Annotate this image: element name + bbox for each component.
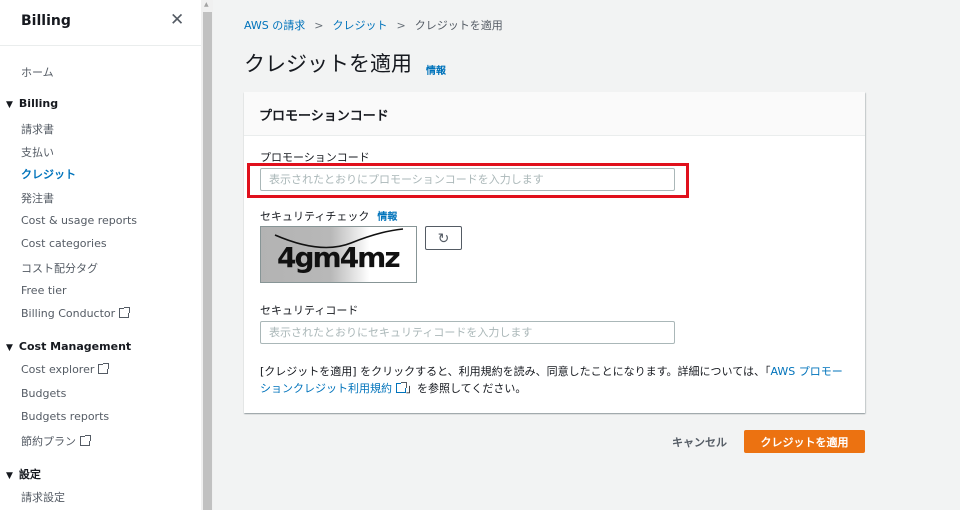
external-link-icon — [396, 382, 407, 393]
sidebar-item-billing-conductor[interactable]: Billing Conductor — [21, 307, 131, 320]
promo-code-input[interactable] — [260, 168, 675, 191]
sidebar-item-free-tier[interactable]: Free tier — [21, 284, 67, 297]
security-code-label: セキュリティコード — [260, 304, 359, 317]
security-code-input[interactable] — [260, 321, 675, 344]
captcha-text: 4gm4mz — [277, 241, 399, 274]
caret-down-icon: ▼ — [6, 343, 13, 353]
scrollbar[interactable]: ▲ — [201, 0, 213, 510]
info-link[interactable]: 情報 — [426, 62, 446, 77]
sidebar-item-budgets[interactable]: Budgets — [21, 387, 66, 400]
chevron-right-icon: > — [314, 19, 324, 32]
scrollbar-thumb[interactable] — [203, 12, 212, 510]
scroll-up-icon[interactable]: ▲ — [204, 1, 209, 8]
external-link-icon — [80, 435, 91, 446]
caret-down-icon: ▼ — [6, 100, 13, 110]
refresh-icon: ↻ — [437, 229, 450, 246]
sidebar-item-payments[interactable]: 支払い — [21, 144, 54, 160]
sidebar-item-home[interactable]: ホーム — [21, 64, 54, 80]
sidebar-item-purchase-orders[interactable]: 発注書 — [21, 190, 54, 206]
captcha-image: 4gm4mz — [260, 226, 417, 283]
sidebar-section-cost-management[interactable]: ▼ Cost Management — [6, 340, 131, 353]
sidebar-item-credits[interactable]: クレジット — [21, 166, 76, 182]
promo-code-card: プロモーションコード プロモーションコード セキュリティチェック情報 4gm4m… — [244, 92, 865, 413]
sidebar-item-cost-categories[interactable]: Cost categories — [21, 237, 107, 250]
close-icon[interactable]: ✕ — [170, 10, 184, 30]
terms-text: [クレジットを適用] をクリックすると、利用規約を読み、同意したことになります。… — [260, 365, 843, 395]
sidebar-title: Billing — [21, 13, 71, 29]
card-header: プロモーションコード — [244, 92, 865, 136]
sidebar-item-cost-explorer[interactable]: Cost explorer — [21, 363, 110, 376]
external-link-icon — [98, 363, 110, 374]
sidebar: Billing ✕ ホーム ▼ Billing 請求書 支払い クレジット 発注書… — [0, 0, 201, 510]
external-link-icon — [119, 307, 131, 318]
cancel-button[interactable]: キャンセル — [672, 434, 727, 450]
sidebar-header: Billing ✕ — [0, 0, 201, 46]
security-check-label: セキュリティチェック 情報 — [260, 210, 398, 223]
sidebar-item-budgets-reports[interactable]: Budgets reports — [21, 410, 109, 423]
breadcrumb-current: クレジットを適用 — [414, 19, 503, 32]
security-check-info-link[interactable]: 情報 — [377, 212, 397, 223]
sidebar-item-cost-allocation-tags[interactable]: コスト配分タグ — [21, 260, 98, 276]
page-title: クレジットを適用 — [244, 52, 412, 76]
sidebar-item-cost-usage-reports[interactable]: Cost & usage reports — [21, 214, 137, 227]
apply-credit-button[interactable]: クレジットを適用 — [744, 430, 865, 453]
breadcrumb-credits[interactable]: クレジット — [333, 19, 388, 32]
chevron-right-icon: > — [396, 19, 406, 32]
sidebar-item-invoices[interactable]: 請求書 — [21, 121, 54, 137]
sidebar-section-billing[interactable]: ▼ Billing — [6, 97, 58, 110]
sidebar-item-savings-plans[interactable]: 節約プラン — [21, 433, 91, 449]
breadcrumb: AWS の請求 > クレジット > クレジットを適用 — [244, 17, 503, 33]
sidebar-section-settings[interactable]: ▼ 設定 — [6, 466, 41, 482]
breadcrumb-billing[interactable]: AWS の請求 — [244, 19, 305, 32]
caret-down-icon: ▼ — [6, 471, 13, 481]
refresh-captcha-button[interactable]: ↻ — [425, 226, 462, 250]
sidebar-item-billing-preferences[interactable]: 請求設定 — [21, 489, 65, 505]
